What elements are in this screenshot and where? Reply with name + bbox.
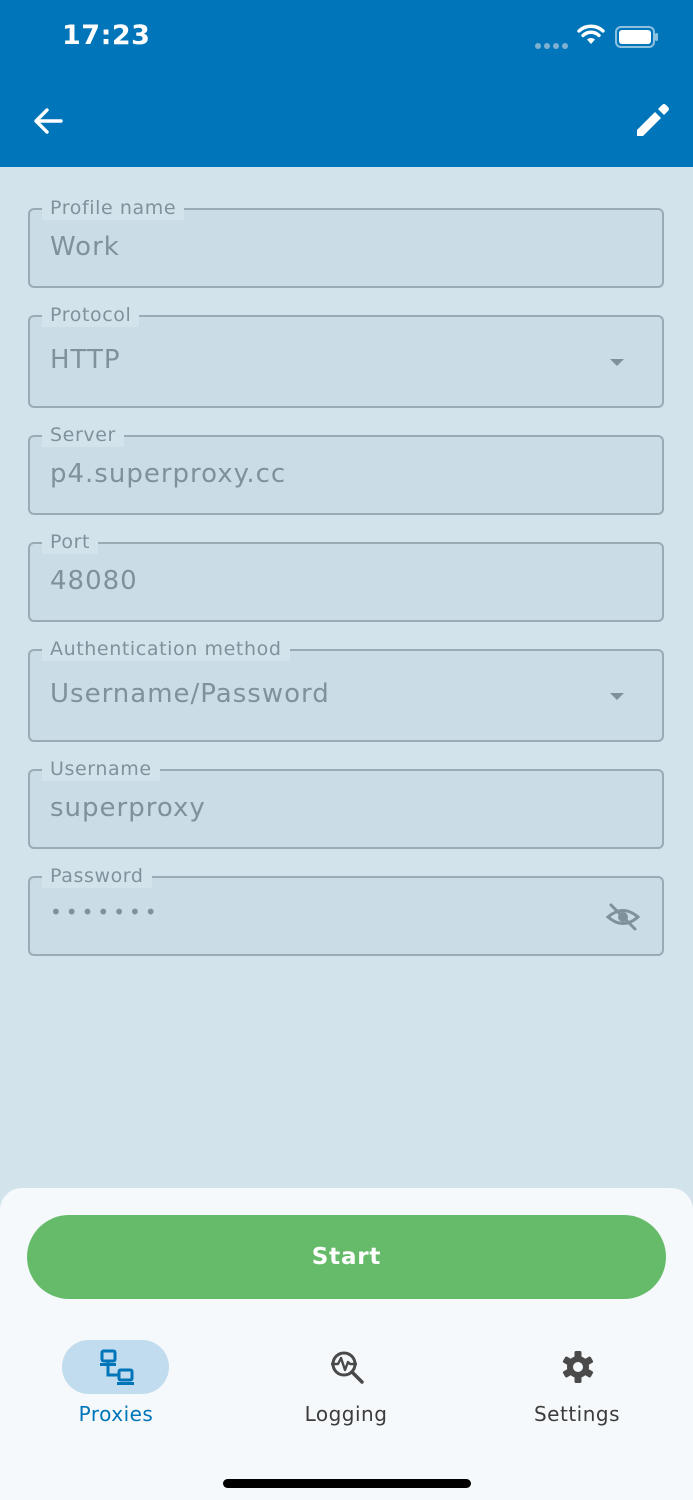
username-label: Username [42,757,160,781]
nav-label-logging: Logging [304,1402,388,1426]
username-value: superproxy [50,793,206,823]
username-field[interactable]: Username superproxy [28,757,664,849]
password-field[interactable]: Password ••••••• [28,864,664,956]
arrow-left-icon [34,108,63,134]
server-value: p4.superproxy.cc [50,459,287,489]
status-time: 17:23 [62,20,151,51]
port-label: Port [42,530,99,554]
auth-method-label: Authentication method [42,637,290,661]
nav-item-settings[interactable]: Settings [477,1336,677,1436]
nav-item-logging[interactable]: Logging [246,1336,446,1436]
back-button[interactable] [28,101,68,141]
password-value: ••••••• [50,900,161,924]
battery-icon [615,26,658,48]
port-value: 48080 [50,566,138,596]
profile-name-value: Work [50,232,120,262]
port-field[interactable]: Port 48080 [28,530,664,622]
search-activity-icon [331,1351,364,1384]
nav-label-proxies: Proxies [78,1402,154,1426]
edit-button[interactable] [632,100,672,140]
protocol-value: HTTP [50,345,121,375]
start-button[interactable]: Start [27,1215,666,1299]
chevron-down-icon [610,693,624,700]
nav-label-settings: Settings [533,1402,621,1426]
auth-method-value: Username/Password [50,679,330,709]
nav-item-proxies[interactable]: Proxies [16,1336,216,1436]
gear-icon [562,1351,594,1383]
profile-name-label: Profile name [42,196,185,220]
home-indicator[interactable] [223,1479,471,1488]
wifi-icon [577,24,605,44]
password-label: Password [42,864,152,888]
protocol-label: Protocol [42,303,140,327]
auth-method-select[interactable]: Authentication method Username/Password [28,637,664,742]
server-field[interactable]: Server p4.superproxy.cc [28,423,664,515]
network-icon [100,1349,134,1385]
eye-off-icon[interactable] [606,902,640,932]
protocol-select[interactable]: Protocol HTTP [28,303,664,408]
server-label: Server [42,423,124,447]
profile-name-field[interactable]: Profile name Work [28,196,664,288]
app-bar: 17:23 [0,0,693,167]
bottom-sheet: Start Proxies Logging Settings [0,1188,693,1500]
cellular-signal-icon [535,43,568,49]
chevron-down-icon [610,359,624,366]
pencil-icon [637,104,669,136]
